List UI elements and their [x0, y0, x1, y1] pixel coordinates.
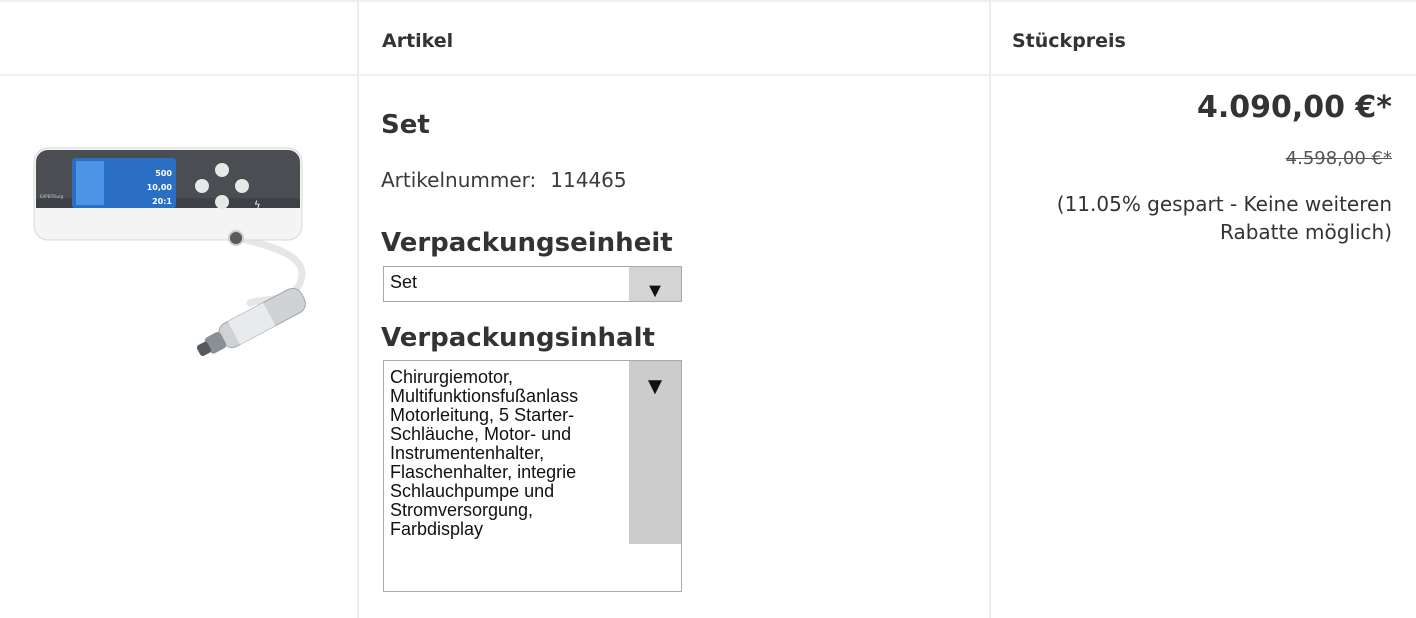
header-divider	[0, 74, 1416, 76]
table-top-border	[0, 0, 1416, 2]
cart-table: Artikel Stückpreis 500 10,00 20:1 EXPERT…	[0, 0, 1416, 618]
chevron-down-icon[interactable]: ▼	[629, 267, 681, 302]
screen-ratio: 20:1	[152, 197, 172, 206]
column-divider-1	[357, 0, 359, 618]
savings-note: (11.05% gespart - Keine weiteren Rabatte…	[1056, 192, 1392, 244]
column-header-unit-price: Stückpreis	[1012, 30, 1126, 52]
old-price: 4.598,00 €*	[1285, 148, 1392, 169]
screen-value-2: 10,00	[147, 183, 173, 192]
packaging-content-select[interactable]: Chirurgiemotor, Multifunktionsfußanlass …	[383, 360, 682, 592]
packaging-content-heading: Verpackungsinhalt	[381, 323, 655, 353]
screen-value-1: 500	[155, 169, 172, 178]
svg-text:ϟ: ϟ	[254, 200, 261, 211]
article-number-label: Artikelnummer:	[381, 168, 537, 192]
packaging-unit-select[interactable]: Set ▼	[383, 266, 682, 302]
device-brand-label: EXPERTsurg	[40, 194, 64, 199]
column-header-article: Artikel	[382, 30, 454, 52]
packaging-unit-heading: Verpackungseinheit	[381, 228, 673, 258]
chevron-down-icon[interactable]: ▼	[629, 361, 681, 544]
product-image[interactable]: 500 10,00 20:1 EXPERTsurg ϟ	[30, 98, 338, 356]
product-title: Set	[381, 110, 430, 140]
article-number-row: Artikelnummer: 114465	[381, 168, 627, 192]
article-number-value: 114465	[550, 168, 627, 192]
current-price: 4.090,00 €*	[1196, 90, 1392, 125]
column-divider-2	[989, 0, 991, 618]
packaging-unit-selected-value: Set	[390, 272, 418, 292]
packaging-content-selected-value: Chirurgiemotor, Multifunktionsfußanlass …	[390, 368, 579, 539]
